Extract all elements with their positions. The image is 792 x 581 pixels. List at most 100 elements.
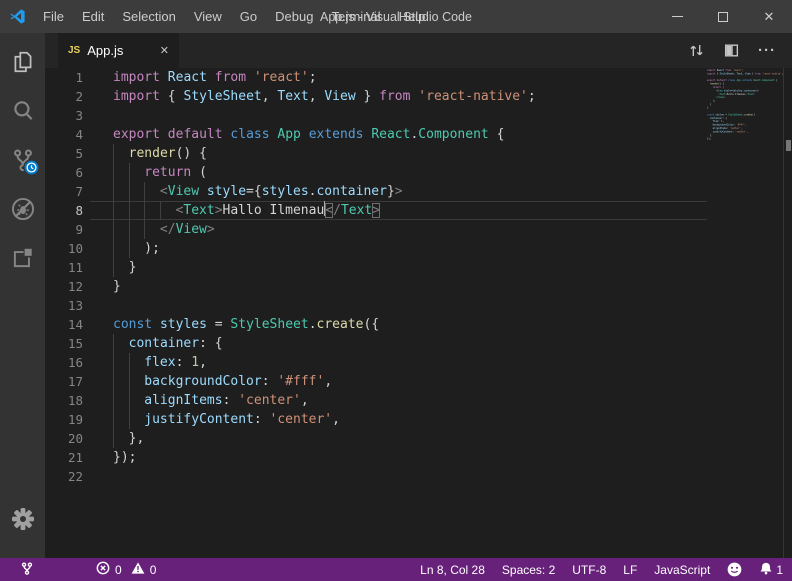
code-line-content[interactable]: }); [90,448,707,467]
overview-ruler [783,68,792,558]
line-number: 4 [45,125,90,144]
editor: 1import React from 'react';2import { Sty… [45,68,792,558]
window-controls: ✕ [654,0,792,33]
code-line-content[interactable]: import { StyleSheet, Text, View } from '… [90,87,707,106]
code-line-content[interactable]: const styles = StyleSheet.create({ [90,315,707,334]
line-number: 18 [45,391,90,410]
warning-count: 0 [150,563,157,577]
indent-guide [113,144,129,163]
tab-close-icon[interactable]: ✕ [160,44,169,57]
indent-guide [144,201,160,220]
code-line-content[interactable]: alignItems: 'center', [90,391,707,410]
line-number: 8 [45,201,90,220]
status-bar-right: Ln 8, Col 28 Spaces: 2 UTF-8 LF JavaScri… [420,561,792,579]
maximize-button[interactable] [700,0,746,33]
code-line-content[interactable] [90,296,707,315]
indent-guide [113,220,129,239]
code-line-content[interactable]: flex: 1, [90,353,707,372]
code-line-content[interactable]: export default class App extends React.C… [90,125,707,144]
code-line-content[interactable]: <View style={styles.container}> [90,182,707,201]
js-file-icon: JS [68,45,80,56]
sidebar-item-source-control[interactable] [0,138,45,187]
sidebar-item-explorer[interactable] [0,40,45,89]
language-status[interactable]: JavaScript [654,563,710,577]
indent-guide [144,182,160,201]
status-bar: 0 0 Ln 8, Col 28 Spaces: 2 UTF-8 LF Java… [0,558,792,581]
code-line-content[interactable]: container: { [90,334,707,353]
close-icon: ✕ [764,10,775,23]
indent-guide [113,163,129,182]
indent-guide [129,410,145,429]
code-line-content[interactable]: backgroundColor: '#fff', [90,372,707,391]
code-line-content[interactable]: <Text>Hallo Ilmenau</Text> [90,201,707,220]
code-line-content[interactable] [90,106,707,125]
code-line-2: 2import { StyleSheet, Text, View } from … [45,87,707,106]
indent-guide [113,182,129,201]
code-line-15: 15container: { [45,334,707,353]
code-line-content[interactable]: ); [90,239,707,258]
code-area[interactable]: 1import React from 'react';2import { Sty… [45,68,707,558]
menu-debug[interactable]: Debug [266,0,322,33]
minimap-line [707,140,783,143]
settings-gear-icon [11,507,35,536]
cursor-position-status[interactable]: Ln 8, Col 28 [420,563,485,577]
sidebar-item-search[interactable] [0,89,45,138]
indent-guide [129,391,145,410]
code-line-3: 3 [45,106,707,125]
code-line-22: 22 [45,467,707,486]
tab-bar: JS App.js ✕ ··· [45,33,792,68]
indent-guide [113,391,129,410]
code-line-6: 6return ( [45,163,707,182]
code-line-content[interactable] [90,467,707,486]
menu-terminal[interactable]: Terminal [322,0,389,33]
code-line-content[interactable]: render() { [90,144,707,163]
code-line-content[interactable]: justifyContent: 'center', [90,410,707,429]
tab-appjs[interactable]: JS App.js ✕ [58,33,179,68]
indentation-status[interactable]: Spaces: 2 [502,563,555,577]
menu-help[interactable]: Help [390,0,435,33]
code-line-content[interactable]: } [90,277,707,296]
code-line-content[interactable]: import React from 'react'; [90,68,707,87]
more-actions-icon[interactable]: ··· [758,42,776,59]
code-line-content[interactable]: </View> [90,220,707,239]
menu-selection[interactable]: Selection [113,0,184,33]
close-button[interactable]: ✕ [746,0,792,33]
code-line-content[interactable]: return ( [90,163,707,182]
minimize-icon [672,16,683,17]
line-number: 19 [45,410,90,429]
minimap[interactable]: import React from 'react';import { Style… [707,68,783,558]
menu-go[interactable]: Go [231,0,266,33]
notifications-status[interactable]: 1 [759,561,783,579]
line-number: 10 [45,239,90,258]
error-count: 0 [115,563,122,577]
line-number: 16 [45,353,90,372]
encoding-status[interactable]: UTF-8 [572,563,606,577]
indent-guide [113,372,129,391]
menu-edit[interactable]: Edit [73,0,113,33]
eol-status[interactable]: LF [623,563,637,577]
code-line-content[interactable]: }, [90,429,707,448]
menu-file[interactable]: File [34,0,73,33]
smiley-feedback-icon[interactable] [727,562,742,577]
settings-button[interactable] [0,497,45,546]
indent-guide [113,201,129,220]
sidebar-item-extensions[interactable] [0,236,45,285]
sidebar-item-debug[interactable] [0,187,45,236]
code-line-9: 9</View> [45,220,707,239]
vscode-logo-icon [9,8,26,25]
menu-view[interactable]: View [185,0,231,33]
code-line-20: 20}, [45,429,707,448]
line-number: 22 [45,467,90,486]
vscode-window: FileEditSelectionViewGoDebugTerminalHelp… [0,0,792,581]
title-bar: FileEditSelectionViewGoDebugTerminalHelp… [0,0,792,33]
activity-bar [0,33,45,558]
problems-status[interactable]: 0 0 [96,561,156,578]
line-number: 1 [45,68,90,87]
git-branch-status[interactable] [20,561,34,579]
minimize-button[interactable] [654,0,700,33]
code-line-21: 21}); [45,448,707,467]
code-line-content[interactable]: } [90,258,707,277]
open-changes-icon[interactable] [688,42,705,59]
split-editor-icon[interactable] [723,42,740,59]
search-icon [10,98,36,129]
